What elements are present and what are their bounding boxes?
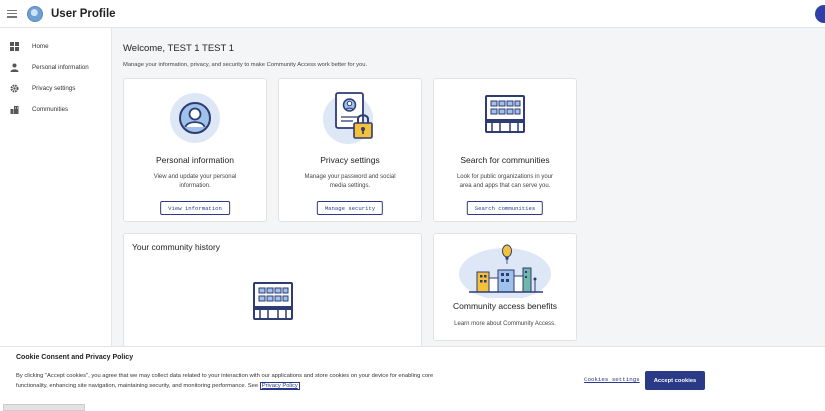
sidebar-item-personal-information[interactable]: Personal information — [0, 57, 111, 78]
cookie-text: By clicking "Accept cookies", you agree … — [16, 371, 461, 391]
card-search-communities: Search for communities Look for public o… — [433, 78, 577, 222]
id-card-lock-icon — [320, 89, 380, 152]
user-circle-icon — [169, 92, 221, 149]
view-information-button[interactable]: View information — [160, 201, 230, 215]
app-header: User Profile — [0, 0, 825, 28]
sidebar-item-label: Communities — [32, 106, 69, 113]
page-title: Welcome, TEST 1 TEST 1 — [123, 43, 235, 54]
privacy-policy-link[interactable]: Privacy Policy — [259, 382, 300, 390]
accept-cookies-button[interactable]: Accept cookies — [645, 371, 705, 390]
sidebar-item-communities[interactable]: Communities — [0, 99, 111, 120]
card-community-history: Your community history — [123, 233, 422, 346]
sidebar-item-privacy-settings[interactable]: Privacy settings — [0, 78, 111, 99]
cookie-banner: Cookie Consent and Privacy Policy By cli… — [0, 346, 825, 411]
globe-logo-icon — [27, 5, 43, 22]
app-title: User Profile — [51, 7, 116, 20]
gear-icon — [9, 84, 19, 94]
manage-security-button[interactable]: Manage security — [316, 201, 384, 215]
sidebar-item-label: Home — [32, 43, 49, 50]
card-title: Your community history — [132, 242, 221, 252]
cookie-title: Cookie Consent and Privacy Policy — [16, 354, 134, 361]
card-community-benefits[interactable]: Community access benefits Learn more abo… — [433, 233, 577, 341]
card-description: Learn more about Community Access. — [454, 321, 556, 327]
card-personal-information: Personal information View and update you… — [123, 78, 267, 222]
cookies-settings-link[interactable]: Cookies settings — [584, 376, 640, 383]
card-privacy-settings: Privacy settings Manage your password an… — [278, 78, 422, 222]
person-icon — [9, 63, 19, 73]
page-subtitle: Manage your information, privacy, and se… — [123, 62, 368, 68]
sidebar-item-label: Privacy settings — [32, 85, 76, 92]
card-title: Privacy settings — [320, 155, 380, 165]
card-title: Community access benefits — [453, 301, 557, 311]
main-content: Welcome, TEST 1 TEST 1 Manage your infor… — [112, 28, 825, 346]
card-description: View and update your personal informatio… — [153, 174, 237, 189]
menu-icon[interactable] — [7, 9, 17, 18]
card-description: Look for public organizations in your ar… — [456, 174, 554, 189]
grid-icon — [9, 42, 19, 52]
card-description: Manage your password and social media se… — [304, 174, 396, 189]
search-communities-button[interactable]: Search communities — [466, 201, 544, 215]
sidebar-item-label: Personal information — [32, 64, 89, 71]
sidebar-item-home[interactable]: Home — [0, 36, 111, 57]
sidebar: Home Personal information Privacy settin… — [0, 28, 112, 346]
card-title: Search for communities — [460, 155, 550, 165]
building-icon — [481, 92, 529, 143]
cookie-body: By clicking "Accept cookies", you agree … — [16, 373, 434, 389]
city-balloon-icon — [455, 240, 555, 303]
card-title: Personal information — [156, 155, 234, 165]
bottom-edge-widget[interactable] — [3, 404, 85, 411]
avatar[interactable] — [815, 5, 825, 23]
building-icon — [249, 279, 297, 330]
buildings-icon — [9, 105, 19, 115]
